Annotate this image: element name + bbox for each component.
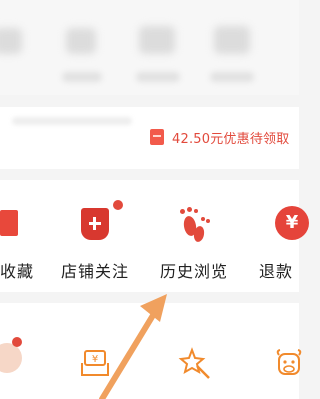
footprints-icon [154, 204, 234, 243]
stat-label-blurred [136, 72, 180, 82]
stat-item-blurred [214, 26, 250, 54]
stat-item-blurred [66, 28, 96, 54]
stat-item-blurred [0, 28, 22, 54]
bottom-icon-row: ¥ [0, 303, 302, 399]
notification-dot [113, 200, 123, 210]
shortcut-label-favorites: 收藏 [0, 262, 34, 281]
favorites-icon [0, 204, 40, 242]
stat-item-blurred [139, 26, 175, 54]
notification-dot [12, 337, 22, 347]
shortcut-refund[interactable]: ¥ 退款 [253, 204, 313, 282]
stat-label-blurred [62, 72, 102, 82]
coupon-notice[interactable]: 42.50元优惠待领取 [150, 127, 289, 147]
blurred-text [12, 117, 132, 125]
shortcut-label-store-follow: 店铺关注 [60, 262, 129, 281]
cow-icon-graphic [276, 349, 302, 375]
shortcut-label-history: 历史浏览 [159, 262, 228, 281]
stats-band [0, 0, 299, 95]
shortcut-label-refund: 退款 [259, 262, 294, 281]
wallet-icon[interactable]: ¥ [80, 349, 110, 381]
coupon-text: 42.50元优惠待领取 [172, 131, 290, 147]
shortcut-favorites[interactable]: 收藏 [0, 204, 40, 282]
stat-label-blurred [210, 72, 254, 82]
store-follow-icon [55, 200, 135, 242]
star-wand-icon[interactable] [178, 347, 212, 385]
svg-text:¥: ¥ [92, 354, 98, 365]
star-wand-icon-graphic [178, 347, 210, 379]
wallet-icon-graphic: ¥ [81, 350, 109, 376]
shortcut-history[interactable]: 历史浏览 [154, 204, 234, 282]
avatar-icon[interactable] [0, 337, 22, 373]
red-envelope-icon [150, 129, 164, 145]
cow-icon[interactable] [274, 347, 304, 381]
shortcut-row: 收藏 店铺关注 历史浏览 ¥ 退款 [0, 180, 309, 292]
shortcut-store-follow[interactable]: 店铺关注 [55, 200, 135, 282]
refund-icon: ¥ [275, 204, 313, 242]
